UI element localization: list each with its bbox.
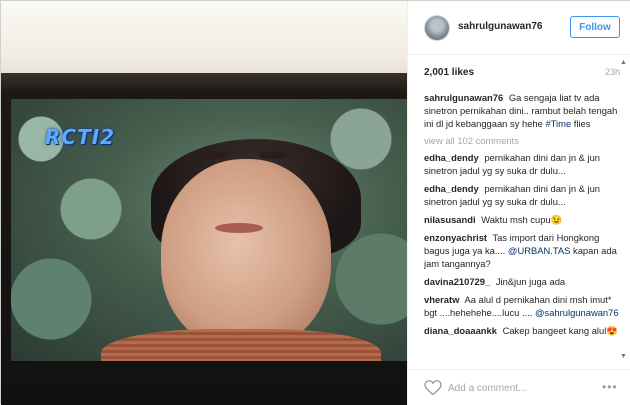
heart-icon[interactable] — [424, 380, 442, 396]
instagram-post: RCTI2 sahrulgunawan76 Follow 2,001 likes… — [0, 0, 630, 405]
header-username[interactable]: sahrulgunawan76 — [458, 21, 542, 32]
comment-username[interactable]: enzonyachrist — [424, 232, 487, 243]
comment-username[interactable]: edha_dendy — [424, 152, 479, 163]
list-item: enzonyachrist Tas import dari Hongkong b… — [424, 231, 620, 270]
comment-username[interactable]: edha_dendy — [424, 183, 479, 194]
post-photo[interactable]: RCTI2 — [1, 1, 407, 405]
likes-row: 2,001 likes 23h — [424, 67, 620, 81]
view-all-comments-link[interactable]: view all 102 comments — [424, 135, 620, 146]
wall-background — [1, 1, 407, 81]
likes-count[interactable]: 2,001 likes — [424, 67, 474, 78]
list-item: nilasusandi Waktu msh cupu😉 — [424, 213, 620, 226]
comment-text: Waktu msh cupu😉 — [481, 214, 563, 225]
post-sidebar: sahrulgunawan76 Follow 2,001 likes 23h s… — [407, 1, 630, 405]
comment-username[interactable]: davina210729_ — [424, 276, 490, 287]
channel-logo: RCTI2 — [45, 125, 116, 149]
comment-mention[interactable]: @URBAN.TAS — [508, 245, 570, 256]
post-footer: ••• — [408, 369, 630, 405]
list-item: edha_dendy pernikahan dini dan jn & jun … — [424, 151, 620, 177]
comment-mention[interactable]: @sahrulgunawan76 — [535, 307, 619, 318]
comment-text: Cakep bangeet kang alul😍 — [502, 325, 618, 336]
actor-face — [161, 159, 331, 349]
add-comment-input[interactable] — [448, 380, 598, 396]
actor-sweater — [101, 329, 381, 361]
comment-list: sahrulgunawan76 Ga sengaja liat tv ada s… — [424, 91, 620, 361]
scroll-down-arrow-icon[interactable]: ▼ — [620, 353, 627, 360]
actor-eye-left — [199, 151, 227, 159]
caption-hashtag[interactable]: #Time — [545, 118, 571, 129]
post-header: sahrulgunawan76 Follow — [408, 1, 630, 55]
caption-username[interactable]: sahrulgunawan76 — [424, 92, 503, 103]
avatar[interactable] — [424, 15, 450, 41]
follow-button[interactable]: Follow — [570, 16, 620, 38]
list-item: davina210729_ Jin&jun juga ada — [424, 275, 620, 288]
caption: sahrulgunawan76 Ga sengaja liat tv ada s… — [424, 91, 620, 130]
actor-eye-right — [259, 151, 287, 159]
list-item: diana_doaaankk Cakep bangeet kang alul😍 — [424, 324, 620, 337]
comment-text: Jin&jun juga ada — [495, 276, 566, 287]
comment-username[interactable]: nilasusandi — [424, 214, 476, 225]
comment-username[interactable]: vheratw — [424, 294, 459, 305]
actor-mouth — [215, 223, 263, 233]
list-item: edha_dendy pernikahan dini dan jn & jun … — [424, 182, 620, 208]
comment-username[interactable]: diana_doaaankk — [424, 325, 497, 336]
list-item: vheratw Aa alul d pernikahan dini msh im… — [424, 293, 620, 319]
post-time[interactable]: 23h — [605, 67, 620, 77]
scroll-up-arrow-icon[interactable]: ▲ — [620, 59, 627, 66]
more-options-icon[interactable]: ••• — [602, 380, 618, 394]
caption-text-after: flies — [573, 118, 591, 129]
